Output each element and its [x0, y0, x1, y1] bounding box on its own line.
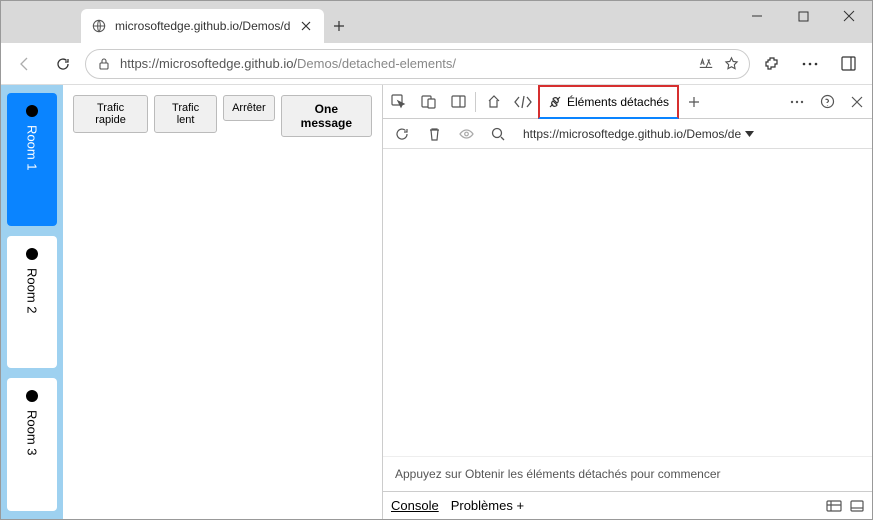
- tab-detached-elements[interactable]: Éléments détachés: [538, 85, 679, 119]
- elements-icon[interactable]: [508, 87, 538, 117]
- device-icon[interactable]: [413, 87, 443, 117]
- status-dot: [26, 390, 38, 402]
- minimize-button[interactable]: [734, 1, 780, 31]
- lock-icon: [96, 57, 112, 71]
- one-message-button[interactable]: One message: [281, 95, 372, 137]
- drawer-dock-icon[interactable]: [850, 500, 864, 512]
- room-label: Room 3: [25, 410, 40, 456]
- stop-button[interactable]: Arrêter: [223, 95, 275, 121]
- drawer-problems-tab[interactable]: Problèmes +: [451, 498, 524, 513]
- devtools-drawer: Console Problèmes +: [383, 491, 872, 519]
- window-controls: [734, 1, 872, 31]
- room-3[interactable]: Room 3: [7, 378, 57, 511]
- globe-icon: [91, 18, 107, 34]
- close-devtools-icon[interactable]: [842, 87, 872, 117]
- room-sidebar: Room 1 Room 2 Room 3: [1, 85, 63, 519]
- frame-url: https://microsoftedge.github.io/Demos/de: [523, 127, 741, 141]
- menu-icon[interactable]: [794, 48, 826, 80]
- panel-icon[interactable]: [443, 87, 473, 117]
- status-dot: [26, 248, 38, 260]
- frame-selector[interactable]: https://microsoftedge.github.io/Demos/de: [523, 127, 754, 141]
- devtools-tabbar: Éléments détachés: [383, 85, 872, 119]
- reload-icon[interactable]: [387, 119, 417, 149]
- room-1[interactable]: Room 1: [7, 93, 57, 226]
- devtools-body: Appuyez sur Obtenir les éléments détaché…: [383, 149, 872, 491]
- close-tab-icon[interactable]: [298, 18, 314, 34]
- empty-area: [383, 149, 872, 456]
- welcome-icon[interactable]: [478, 87, 508, 117]
- new-tab-button[interactable]: [324, 9, 354, 43]
- help-icon[interactable]: [812, 87, 842, 117]
- dropdown-icon: [745, 131, 754, 137]
- extensions-icon[interactable]: [756, 48, 788, 80]
- plug-icon: [548, 95, 562, 109]
- drawer-console-tab[interactable]: Console: [391, 498, 439, 513]
- read-aloud-icon[interactable]: [698, 56, 714, 71]
- tab-label: Éléments détachés: [567, 95, 669, 109]
- address-bar: https://microsoftedge.github.io/Demos/de…: [1, 43, 872, 85]
- close-window-button[interactable]: [826, 1, 872, 31]
- page-content: Trafic rapide Trafic lent Arrêter One me…: [63, 85, 382, 519]
- window-titlebar: microsoftedge.github.io/Demos/d: [1, 1, 872, 43]
- back-button[interactable]: [9, 48, 41, 80]
- url-text: https://microsoftedge.github.io/Demos/de…: [120, 56, 690, 71]
- favorite-icon[interactable]: [724, 56, 739, 71]
- devtools-panel: Éléments détachés https://microsoftedge.…: [382, 85, 872, 519]
- search-icon[interactable]: [483, 119, 513, 149]
- more-icon[interactable]: [782, 87, 812, 117]
- hint-text: Appuyez sur Obtenir les éléments détaché…: [383, 456, 872, 491]
- trash-icon[interactable]: [419, 119, 449, 149]
- url-input[interactable]: https://microsoftedge.github.io/Demos/de…: [85, 49, 750, 79]
- demo-page: Room 1 Room 2 Room 3 Trafic rapide Trafi…: [1, 85, 382, 519]
- slow-traffic-button[interactable]: Trafic lent: [154, 95, 217, 133]
- maximize-button[interactable]: [780, 1, 826, 31]
- main-area: Room 1 Room 2 Room 3 Trafic rapide Trafi…: [1, 85, 872, 519]
- eye-icon[interactable]: [451, 119, 481, 149]
- status-dot: [26, 105, 38, 117]
- room-label: Room 1: [25, 125, 40, 171]
- divider: [475, 92, 476, 112]
- room-2[interactable]: Room 2: [7, 236, 57, 369]
- sidebar-icon[interactable]: [832, 48, 864, 80]
- room-label: Room 2: [25, 268, 40, 314]
- add-tab-icon[interactable]: [679, 87, 709, 117]
- browser-tab[interactable]: microsoftedge.github.io/Demos/d: [81, 9, 324, 43]
- refresh-button[interactable]: [47, 48, 79, 80]
- fast-traffic-button[interactable]: Trafic rapide: [73, 95, 148, 133]
- tab-title: microsoftedge.github.io/Demos/d: [115, 19, 290, 33]
- drawer-issues-icon[interactable]: [826, 500, 842, 512]
- devtools-toolbar: https://microsoftedge.github.io/Demos/de: [383, 119, 872, 149]
- inspect-icon[interactable]: [383, 87, 413, 117]
